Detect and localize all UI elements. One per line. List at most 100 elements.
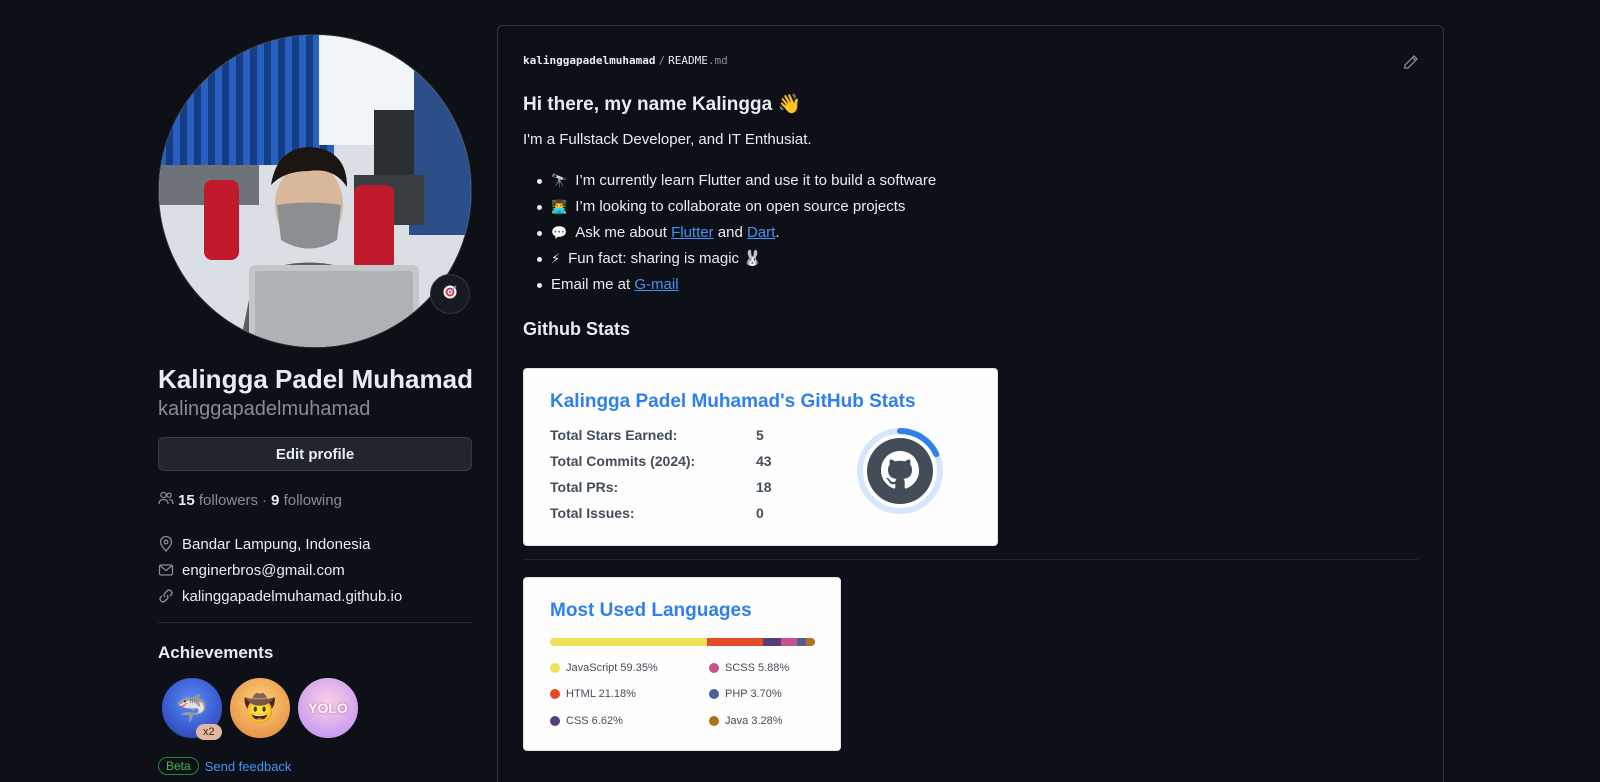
avatar[interactable] <box>158 34 472 348</box>
achievements-title[interactable]: Achievements <box>158 643 273 663</box>
language-label: PHP 3.70% <box>725 688 782 700</box>
language-label: CSS 6.62% <box>566 715 623 727</box>
github-stats-heading: Github Stats <box>523 319 630 339</box>
set-status-button[interactable] <box>430 274 470 314</box>
readme-heading: Hi there, my name Kalingga 👋 <box>523 92 801 116</box>
email-item: enginerbros@gmail.com <box>158 557 402 583</box>
technologist-icon: 👨‍💻 <box>551 199 568 214</box>
bullet-text: I’m looking to collaborate on open sourc… <box>575 198 906 215</box>
readme-breadcrumb: kalinggapadelmuhamad / README.md <box>523 54 728 67</box>
speech-bubble-icon: 💬 <box>551 225 568 240</box>
readme-intro: I'm a Fullstack Developer, and IT Enthus… <box>523 131 812 148</box>
link-icon <box>158 588 182 604</box>
bullet-text: Email me at <box>551 276 635 293</box>
language-item: PHP 3.70% <box>709 688 782 700</box>
language-dot <box>709 663 719 673</box>
breadcrumb-file[interactable]: README <box>668 54 708 67</box>
language-bar-segment <box>763 638 781 646</box>
people-icon <box>158 490 174 510</box>
followers-link[interactable]: 15 followers <box>178 492 258 509</box>
profile-full-name: Kalingga Padel Muhamad <box>158 364 473 394</box>
stats-card-title: Kalingga Padel Muhamad's GitHub Stats <box>550 391 916 412</box>
avatar-photo <box>159 35 471 347</box>
location-item: Bandar Lampung, Indonesia <box>158 531 402 557</box>
language-label: JavaScript 59.35% <box>566 662 658 674</box>
stat-value: 0 <box>756 505 764 521</box>
language-item: JavaScript 59.35% <box>550 662 658 674</box>
badge-count: x2 <box>196 724 222 740</box>
language-bar-segment <box>780 638 797 646</box>
sidebar-divider <box>158 622 472 623</box>
language-label: SCSS 5.88% <box>725 662 790 674</box>
flutter-link[interactable]: Flutter <box>671 224 714 241</box>
dart-link[interactable]: Dart <box>747 224 775 241</box>
telescope-icon: 🔭 <box>551 173 568 188</box>
follow-separator: · <box>262 491 268 509</box>
yolo-badge[interactable]: YOLO <box>296 676 360 740</box>
bullet-text: I’m currently learn Flutter and use it t… <box>575 172 937 189</box>
language-dot <box>709 716 719 726</box>
achievement-badges: 🦈 x2 🤠 YOLO <box>160 676 360 740</box>
readme-divider <box>523 559 1418 560</box>
shark-badge[interactable]: 🦈 x2 <box>160 676 224 740</box>
language-bar-segment <box>707 638 764 646</box>
stat-label: Total Stars Earned: <box>550 427 678 443</box>
achievements-feedback: Beta Send feedback <box>158 757 291 775</box>
list-item: ⚡ Fun fact: sharing is magic 🐰 <box>536 246 936 272</box>
language-bar-segment <box>806 638 815 646</box>
language-bar-segment <box>796 638 807 646</box>
language-item: Java 3.28% <box>709 715 782 727</box>
github-stats-card[interactable]: Kalingga Padel Muhamad's GitHub Stats To… <box>523 368 998 546</box>
shark-icon: 🦈 <box>175 692 209 723</box>
language-item: CSS 6.62% <box>550 715 623 727</box>
breadcrumb-user[interactable]: kalinggapadelmuhamad <box>523 54 655 67</box>
location-pin-icon <box>158 536 182 552</box>
stat-value: 43 <box>756 453 772 469</box>
list-item: 💬 Ask me about Flutter and Dart. <box>536 220 936 246</box>
language-dot <box>550 716 560 726</box>
bullet-text: . <box>775 224 780 241</box>
website-link[interactable]: kalinggapadelmuhamad.github.io <box>182 588 402 605</box>
stat-value: 5 <box>756 427 764 443</box>
follow-stats: 15 followers · 9 following <box>158 490 342 510</box>
language-item: HTML 21.18% <box>550 688 636 700</box>
languages-bar <box>550 638 815 646</box>
website-item: kalinggapadelmuhamad.github.io <box>158 583 402 609</box>
edit-readme-button[interactable] <box>1403 54 1419 75</box>
stat-label: Total Issues: <box>550 505 635 521</box>
email-link[interactable]: enginerbros@gmail.com <box>182 562 345 579</box>
list-item: 👨‍💻 I’m looking to collaborate on open so… <box>536 194 936 220</box>
bullet-text: Ask me about <box>575 224 672 241</box>
waving-hand-icon: 👋 <box>777 94 802 115</box>
stat-value: 18 <box>756 479 772 495</box>
profile-username: kalinggapadelmuhamad <box>158 398 371 420</box>
bullet-text: Fun fact: sharing is magic 🐰 <box>568 250 762 267</box>
edit-profile-button[interactable]: Edit profile <box>158 437 472 471</box>
bullet-text: and <box>713 224 747 241</box>
language-item: SCSS 5.88% <box>709 662 789 674</box>
avatar-container <box>158 34 472 348</box>
languages-card-title: Most Used Languages <box>550 600 752 621</box>
profile-details: Bandar Lampung, Indonesia enginerbros@gm… <box>158 531 402 609</box>
cowboy-badge[interactable]: 🤠 <box>228 676 292 740</box>
language-label: HTML 21.18% <box>566 688 636 700</box>
cowboy-icon: 🤠 <box>243 692 277 723</box>
language-dot <box>709 689 719 699</box>
lightning-icon: ⚡ <box>551 251 561 266</box>
breadcrumb-ext: .md <box>707 54 728 67</box>
location-text: Bandar Lampung, Indonesia <box>182 535 371 553</box>
gmail-link[interactable]: G-mail <box>634 276 678 293</box>
readme-bullets: 🔭 I’m currently learn Flutter and use it … <box>536 168 937 298</box>
send-feedback-link[interactable]: Send feedback <box>205 759 292 774</box>
beta-label: Beta <box>158 757 199 775</box>
most-used-languages-card[interactable]: Most Used Languages JavaScript 59.35% HT… <box>523 577 841 751</box>
yolo-icon: YOLO <box>308 700 348 716</box>
breadcrumb-separator: / <box>658 54 666 67</box>
following-link[interactable]: 9 following <box>271 492 342 509</box>
pencil-icon <box>1403 55 1419 74</box>
target-icon <box>442 284 458 305</box>
github-logo-icon <box>867 438 933 504</box>
readme-box: kalinggapadelmuhamad / README.md Hi there,… <box>497 25 1444 782</box>
stat-label: Total Commits (2024): <box>550 453 696 469</box>
list-item: Email me at G-mail <box>536 272 936 298</box>
